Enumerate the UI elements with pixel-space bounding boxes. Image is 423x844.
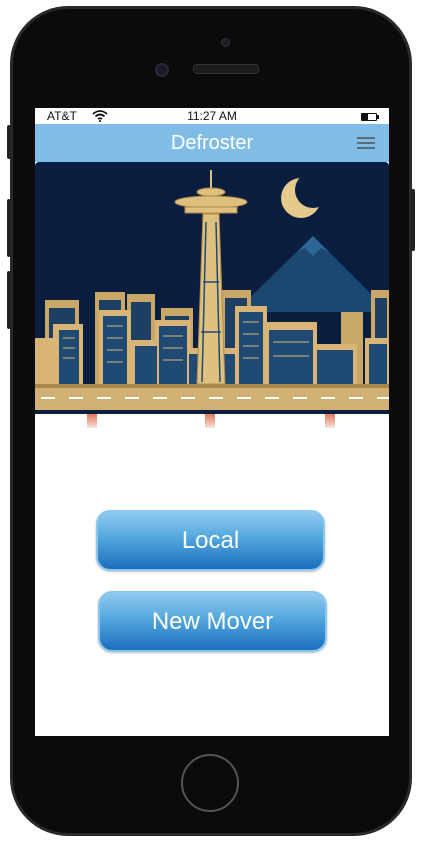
power-button bbox=[411, 189, 415, 251]
earpiece-speaker bbox=[193, 64, 259, 74]
clock: 11:27 AM bbox=[187, 109, 237, 123]
local-button[interactable]: Local bbox=[96, 510, 325, 571]
new-mover-button[interactable]: New Mover bbox=[98, 591, 327, 652]
battery-level bbox=[362, 114, 368, 120]
front-sensor bbox=[221, 38, 230, 47]
seattle-skyline-illustration bbox=[35, 162, 389, 432]
mute-switch bbox=[7, 125, 11, 159]
front-camera bbox=[155, 63, 169, 77]
nav-bar: Defroster bbox=[35, 124, 389, 162]
status-bar: AT&T 11:27 AM bbox=[35, 108, 389, 124]
app-title: Defroster bbox=[170, 132, 254, 154]
hamburger-menu-icon[interactable] bbox=[357, 137, 375, 151]
battery-icon bbox=[361, 113, 379, 121]
volume-down-button bbox=[7, 271, 11, 329]
volume-up-button bbox=[7, 199, 11, 257]
home-button[interactable] bbox=[181, 754, 239, 812]
app-screen: AT&T 11:27 AM Defroster Local New Mover bbox=[35, 108, 389, 736]
